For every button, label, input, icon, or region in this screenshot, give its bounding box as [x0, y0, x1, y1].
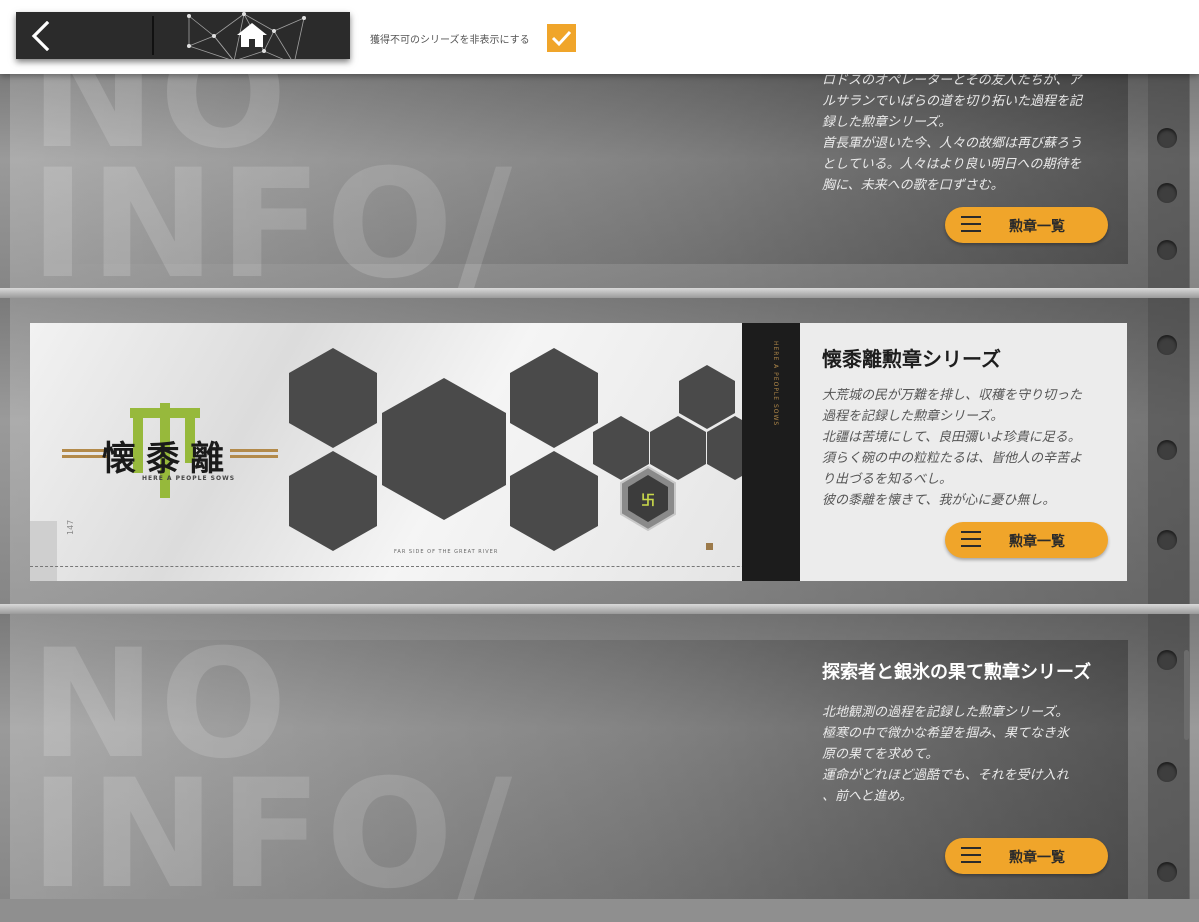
description-line: 大荒城の民が万難を排し、収穫を守り切った: [822, 388, 1083, 403]
banner-side-text: HERE A PEOPLE SOWS: [772, 341, 779, 427]
banner-dashed-line: [30, 566, 800, 567]
medal-list-button[interactable]: 勲章一覧: [945, 207, 1108, 243]
description-line: としている。人々はより良い明日への期待を: [822, 157, 1082, 172]
banner-gold-marker: [706, 543, 713, 550]
card-2-description: 大荒城の民が万難を排し、収穫を守り切った 過程を記録した勲章シリーズ。 北疆は苦…: [822, 385, 1082, 511]
binder-hole: [1157, 335, 1177, 355]
binder-hole: [1157, 128, 1177, 148]
panel-separator: [0, 604, 1199, 614]
medal-list-button-label: 勲章一覧: [1009, 219, 1065, 235]
description-line: 彼の黍離を懐きて、我が心に憂ひ無し。: [822, 493, 1056, 508]
home-button[interactable]: [154, 12, 350, 59]
description-line: 北疆は苦境にして、良田彌いよ珍貴に足る。: [822, 430, 1081, 445]
medal-list-button[interactable]: 勲章一覧: [945, 838, 1108, 874]
binder-hole: [1157, 530, 1177, 550]
series-emblem-text: 懐黍離: [102, 439, 234, 479]
description-line: 北地観測の過程を記録した勲章シリーズ。: [822, 705, 1069, 720]
top-bar: 獲得不可のシリーズを非表示にする: [0, 0, 1199, 74]
card-1-description: ロドスのオペレーターとその友人たちが、ア ルサランでいばらの道を切り拓いた過程を…: [822, 70, 1112, 196]
menu-icon: [961, 531, 981, 549]
card-2-title: 懐黍離勲章シリーズ: [822, 347, 1001, 371]
menu-icon: [961, 847, 981, 865]
description-line: 須らく碗の中の粒粒たるは、皆他人の辛苦よ: [822, 451, 1083, 466]
card-3-description: 北地観測の過程を記録した勲章シリーズ。 極寒の中で微かな希望を掴み、果てなき氷 …: [822, 702, 1112, 807]
home-icon: [237, 23, 267, 47]
menu-icon: [961, 216, 981, 234]
description-line: 胸に、未来への歌を口ずさむ。: [822, 178, 1004, 193]
binder-hole: [1157, 862, 1177, 882]
description-line: 原の果てを求めて。: [822, 747, 939, 762]
back-button[interactable]: [16, 12, 152, 59]
medal-emblem-glyph: 卐: [641, 493, 655, 509]
description-line: 極寒の中で微かな希望を掴み、果てなき氷: [822, 726, 1070, 741]
description-line: 運命がどれほど過酷でも、それを受け入れ: [822, 768, 1069, 783]
hide-unobtainable-label: 獲得不可のシリーズを非表示にする: [370, 35, 530, 46]
series-emblem-subtitle: HERE A PEOPLE SOWS: [142, 475, 236, 482]
panel-separator: [0, 288, 1199, 298]
binder-hole: [1157, 440, 1177, 460]
binder-hole: [1157, 240, 1177, 260]
chevron-left-icon: [31, 21, 50, 51]
medal-list-button-label: 勲章一覧: [1009, 850, 1065, 866]
medal-list-button-label: 勲章一覧: [1009, 534, 1065, 550]
banner-page-number: 147: [66, 519, 75, 535]
binder-hole: [1157, 762, 1177, 782]
hide-unobtainable-checkbox[interactable]: [547, 24, 576, 52]
binder-hole: [1157, 650, 1177, 670]
description-line: 、前へと進め。: [822, 789, 913, 804]
medal-list-button[interactable]: 勲章一覧: [945, 522, 1108, 558]
scrollbar-thumb[interactable]: [1184, 650, 1189, 740]
binder-hole: [1157, 183, 1177, 203]
card-3-title: 探索者と銀氷の果て勲章シリーズ: [822, 662, 1092, 683]
description-line: ルサランでいばらの道を切り拓いた過程を記: [822, 94, 1083, 109]
description-line: 録した勲章シリーズ。: [822, 115, 952, 130]
series-banner: 卐 懐黍離 HERE A PEOPLE SOWS FAR SIDE OF THE…: [30, 323, 800, 581]
checkmark-icon: [551, 30, 572, 47]
banner-footer-text: FAR SIDE OF THE GREAT RIVER: [394, 549, 499, 555]
banner-side-strip: HERE A PEOPLE SOWS: [742, 323, 800, 581]
description-line: り出づるを知るべし。: [822, 472, 953, 487]
description-line: 過程を記録した勲章シリーズ。: [822, 409, 1004, 424]
description-line: 首長軍が退いた今、人々の故郷は再び蘇ろう: [822, 136, 1083, 151]
nav-box: [16, 12, 350, 59]
